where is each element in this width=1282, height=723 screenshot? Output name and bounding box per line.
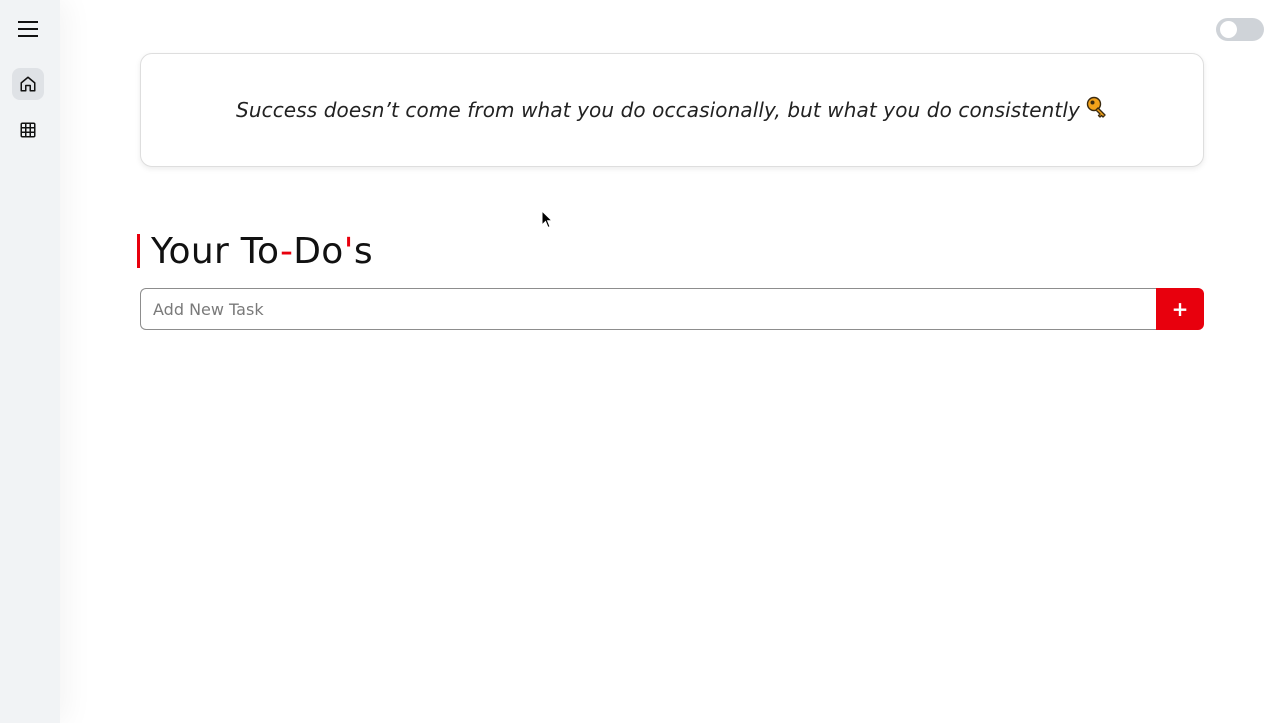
quote-text: Success doesn’t come from what you do oc… <box>236 98 1080 122</box>
todo-heading: Your To-Do's <box>137 228 373 274</box>
menu-button[interactable] <box>13 14 43 44</box>
hamburger-menu-icon <box>18 21 38 37</box>
add-task-button[interactable]: + <box>1156 288 1204 330</box>
title-apostrophe: ' <box>343 230 354 272</box>
cursor-icon <box>541 209 554 229</box>
title-dash: - <box>279 230 294 272</box>
sidebar <box>0 0 60 723</box>
toggle-knob <box>1220 21 1237 38</box>
theme-toggle[interactable] <box>1216 18 1264 41</box>
sidebar-item-grid[interactable] <box>12 114 44 146</box>
grid-icon <box>20 122 36 138</box>
new-task-input[interactable] <box>140 288 1156 330</box>
page-title: Your To-Do's <box>151 231 373 272</box>
home-icon <box>20 76 36 92</box>
mouse-cursor <box>541 209 554 233</box>
quote-card: Success doesn’t come from what you do oc… <box>140 53 1204 167</box>
sidebar-item-home[interactable] <box>12 68 44 100</box>
title-part-2: Do <box>293 230 344 272</box>
heading-accent-bar <box>137 234 140 268</box>
key-icon <box>1086 96 1108 124</box>
add-task-form: + <box>140 288 1204 330</box>
title-part-1: Your To <box>151 230 280 272</box>
title-part-3: s <box>353 230 373 272</box>
app-root: Success doesn’t come from what you do oc… <box>0 0 1282 723</box>
